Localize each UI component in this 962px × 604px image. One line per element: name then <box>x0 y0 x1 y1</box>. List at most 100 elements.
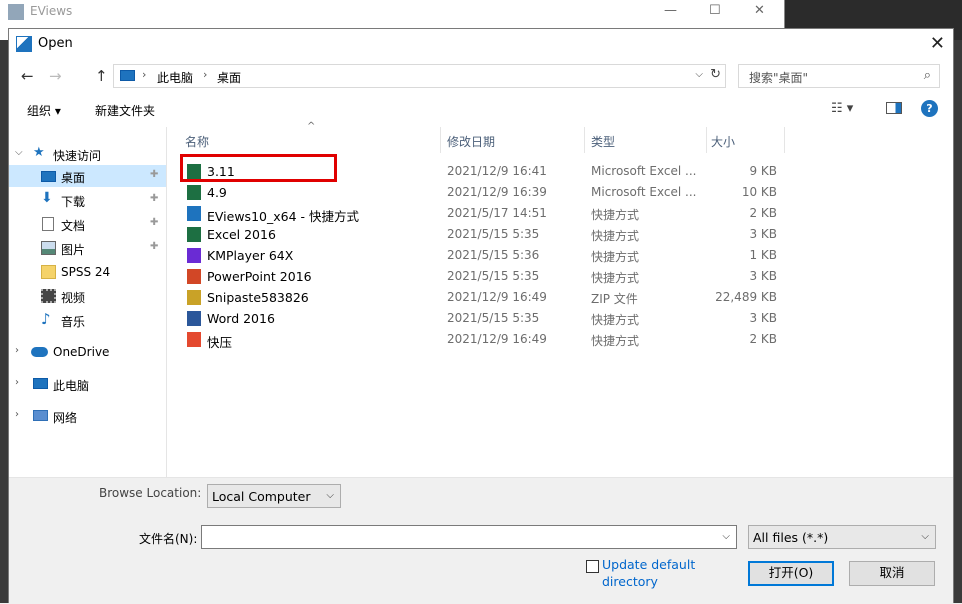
file-row[interactable]: Excel 2016 2021/5/15 5:35 快捷方式 3 KB <box>177 224 957 245</box>
file-date: 2021/12/9 16:49 <box>447 332 547 346</box>
sidebar-item-this-pc[interactable]: › 此电脑 <box>9 373 166 395</box>
sidebar-item-documents[interactable]: 文档 ✚ <box>9 213 166 235</box>
zip-file-icon <box>187 290 201 305</box>
word-shortcut-icon <box>187 311 201 326</box>
file-row[interactable]: Word 2016 2021/5/15 5:35 快捷方式 3 KB <box>177 308 957 329</box>
preview-pane-icon[interactable] <box>886 102 902 114</box>
navigation-bar: ← → ↑ › 此电脑 › 桌面 ⌵ ↻ 搜索"桌面" ⌕ <box>9 59 953 93</box>
file-date: 2021/5/15 5:35 <box>447 227 540 241</box>
file-name: KMPlayer 64X <box>207 248 294 263</box>
highlight-annotation-box <box>180 154 337 182</box>
column-header-date[interactable]: 修改日期 <box>447 127 585 153</box>
cancel-button[interactable]: 取消 <box>849 561 935 586</box>
update-default-label[interactable]: Update default <box>602 557 695 572</box>
file-type: 快捷方式 <box>591 271 640 285</box>
star-icon: ★ <box>33 145 45 160</box>
dialog-close-button[interactable]: ✕ <box>930 33 945 54</box>
sidebar-item-label: 文档 <box>61 219 86 233</box>
forward-button[interactable]: → <box>49 67 62 85</box>
search-placeholder: 搜索"桌面" <box>749 71 809 85</box>
filename-label: 文件名(N): <box>139 532 198 546</box>
background-window-title: EViews <box>30 4 73 18</box>
network-icon <box>33 410 48 421</box>
sidebar-item-desktop[interactable]: 桌面 ✚ <box>9 165 166 187</box>
file-name: Word 2016 <box>207 311 275 326</box>
help-icon[interactable]: ? <box>921 100 938 117</box>
pin-icon[interactable]: ✚ <box>150 193 158 204</box>
address-dropdown-icon[interactable]: ⌵ <box>695 69 703 80</box>
back-button[interactable]: ← <box>21 67 34 85</box>
breadcrumb-separator[interactable]: › <box>203 68 207 81</box>
column-header-size[interactable]: 大小 <box>711 127 785 153</box>
excel-file-icon <box>187 185 201 200</box>
search-icon[interactable]: ⌕ <box>924 68 931 83</box>
sidebar-item-network[interactable]: › 网络 <box>9 405 166 427</box>
update-default-label-line2[interactable]: directory <box>602 574 658 589</box>
eviews-title-icon <box>16 36 32 52</box>
file-size: 9 KB <box>749 164 777 178</box>
expand-icon[interactable]: › <box>15 409 19 420</box>
sidebar-item-pictures[interactable]: 图片 ✚ <box>9 237 166 259</box>
open-button[interactable]: 打开(O) <box>748 561 834 586</box>
document-icon <box>42 217 54 231</box>
file-name: EViews10_x64 - 快捷方式 <box>207 209 359 224</box>
refresh-icon[interactable]: ↻ <box>710 67 721 82</box>
sidebar-item-label: 网络 <box>53 411 78 425</box>
up-button[interactable]: ↑ <box>95 67 108 85</box>
sidebar-item-videos[interactable]: 视频 <box>9 285 166 307</box>
sidebar-item-label: 此电脑 <box>53 379 90 393</box>
command-toolbar: 组织 ▾ 新建文件夹 ☷ ▾ ? <box>9 93 953 127</box>
file-name: Snipaste583826 <box>207 290 309 305</box>
sidebar-item-quick-access[interactable]: ⌵ ★ 快速访问 <box>9 143 166 165</box>
file-row[interactable]: Snipaste583826 2021/12/9 16:49 ZIP 文件 22,48… <box>177 287 957 308</box>
cloud-icon <box>31 347 48 357</box>
organize-button[interactable]: 组织 ▾ <box>27 102 61 119</box>
pin-icon[interactable]: ✚ <box>150 169 158 180</box>
browse-location-dropdown[interactable]: Local Computer ⌵ <box>207 484 341 508</box>
chevron-down-icon: ⌵ <box>921 531 929 542</box>
breadcrumb-desktop[interactable]: 桌面 <box>217 69 241 86</box>
file-size: 22,489 KB <box>715 290 777 304</box>
column-header-name[interactable]: 名称 <box>185 127 441 153</box>
navigation-pane: ⌵ ★ 快速访问 桌面 ✚ ⬇ 下载 ✚ 文档 ✚ 图片 ✚ SPSS 24 视… <box>9 127 167 477</box>
pin-icon[interactable]: ✚ <box>150 241 158 252</box>
powerpoint-shortcut-icon <box>187 269 201 284</box>
sidebar-item-spss[interactable]: SPSS 24 <box>9 261 166 283</box>
update-default-checkbox[interactable] <box>586 560 599 573</box>
video-icon <box>41 289 56 303</box>
sidebar-item-music[interactable]: ♪ 音乐 <box>9 309 166 331</box>
expand-icon[interactable]: ⌵ <box>15 147 23 158</box>
computer-icon <box>33 378 48 389</box>
file-type: 快捷方式 <box>591 313 640 327</box>
open-dialog: Open ✕ ← → ↑ › 此电脑 › 桌面 ⌵ ↻ 搜索"桌面" ⌕ 组织 … <box>8 28 957 604</box>
sidebar-item-downloads[interactable]: ⬇ 下载 ✚ <box>9 189 166 211</box>
sidebar-item-label: 下载 <box>61 195 86 209</box>
file-size: 10 KB <box>741 185 777 199</box>
expand-icon[interactable]: › <box>15 377 19 388</box>
background-close-button[interactable]: ✕ <box>754 3 765 18</box>
minimize-button[interactable]: — <box>664 3 677 18</box>
pin-icon[interactable]: ✚ <box>150 217 158 228</box>
file-type-filter[interactable]: All files (*.*) ⌵ <box>748 525 936 549</box>
file-row[interactable]: EViews10_x64 - 快捷方式 2021/5/17 14:51 快捷方式 2 … <box>177 203 957 224</box>
file-type: Microsoft Excel ... <box>591 185 697 199</box>
chevron-down-icon[interactable]: ⌵ <box>722 531 730 542</box>
sidebar-item-onedrive[interactable]: › OneDrive <box>9 341 166 363</box>
maximize-button[interactable]: ☐ <box>709 3 721 18</box>
breadcrumb-separator[interactable]: › <box>142 68 146 81</box>
file-row[interactable]: PowerPoint 2016 2021/5/15 5:35 快捷方式 3 KB <box>177 266 957 287</box>
new-folder-button[interactable]: 新建文件夹 <box>95 102 155 119</box>
view-options-icon[interactable]: ☷ ▾ <box>831 101 853 116</box>
breadcrumb-this-pc[interactable]: 此电脑 <box>157 69 193 86</box>
expand-icon[interactable]: › <box>15 345 19 356</box>
file-row[interactable]: 快压 2021/12/9 16:49 快捷方式 2 KB <box>177 329 957 350</box>
file-row[interactable]: KMPlayer 64X 2021/5/15 5:36 快捷方式 1 KB <box>177 245 957 266</box>
file-type: 快捷方式 <box>591 229 640 243</box>
file-name: PowerPoint 2016 <box>207 269 312 284</box>
column-header-type[interactable]: 类型 <box>591 127 707 153</box>
search-box[interactable]: 搜索"桌面" ⌕ <box>738 64 940 88</box>
file-row[interactable]: 4.9 2021/12/9 16:39 Microsoft Excel ... 10 … <box>177 182 957 203</box>
filename-input[interactable]: ⌵ <box>201 525 737 549</box>
sidebar-item-label: 视频 <box>61 291 86 305</box>
address-bar[interactable]: › 此电脑 › 桌面 ⌵ ↻ <box>113 64 726 88</box>
